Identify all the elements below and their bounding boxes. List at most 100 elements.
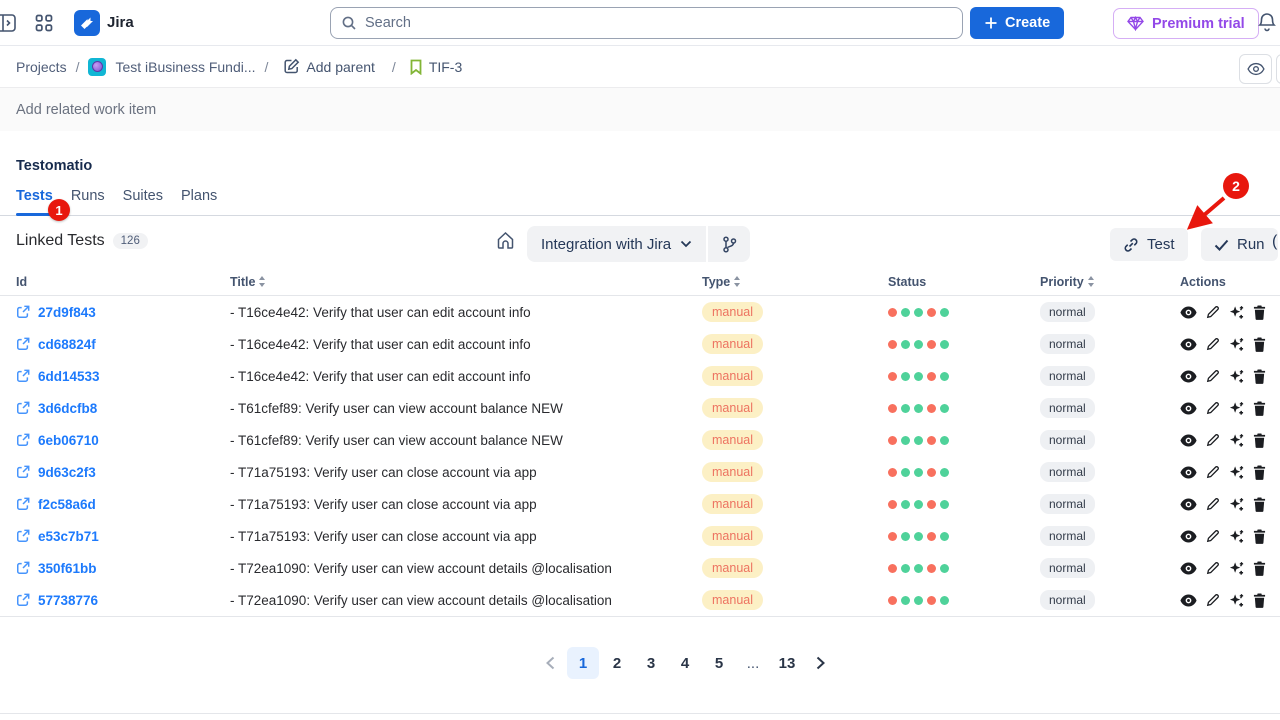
header-id[interactable]: Id	[16, 275, 230, 289]
row-actions	[1180, 305, 1280, 320]
pagination-page-3[interactable]: 3	[635, 647, 667, 679]
delete-action-icon[interactable]	[1253, 305, 1266, 320]
edit-action-icon[interactable]	[1206, 337, 1220, 351]
ai-sparkles-action-icon[interactable]	[1229, 369, 1244, 384]
premium-trial-button[interactable]: Premium trial	[1113, 8, 1259, 39]
pagination-page-5[interactable]: 5	[703, 647, 735, 679]
view-action-icon[interactable]	[1180, 434, 1197, 447]
delete-action-icon[interactable]	[1253, 497, 1266, 512]
delete-action-icon[interactable]	[1253, 561, 1266, 576]
branch-dropdown[interactable]: Integration with Jira	[527, 226, 706, 262]
breadcrumb-project-name[interactable]: Test iBusiness Fundi...	[115, 59, 255, 75]
edit-action-icon[interactable]	[1206, 529, 1220, 543]
sidebar-toggle-icon[interactable]	[0, 12, 17, 34]
view-action-icon[interactable]	[1180, 338, 1197, 351]
ai-sparkles-action-icon[interactable]	[1229, 305, 1244, 320]
breadcrumb-issue[interactable]: TIF-3	[409, 59, 462, 75]
search-input[interactable]	[365, 15, 952, 31]
tab-runs[interactable]: Runs	[71, 188, 105, 215]
jira-logo-icon[interactable]	[74, 10, 100, 36]
ai-sparkles-action-icon[interactable]	[1229, 465, 1244, 480]
test-id-link[interactable]: 27d9f843	[16, 305, 230, 320]
plus-icon	[984, 16, 998, 30]
ai-sparkles-action-icon[interactable]	[1229, 433, 1244, 448]
type-badge: manual	[702, 494, 763, 514]
table-row: 57738776 - T72ea1090: Verify user can vi…	[0, 584, 1280, 616]
test-id-link[interactable]: cd68824f	[16, 337, 230, 352]
delete-action-icon[interactable]	[1253, 369, 1266, 384]
pagination-page-13[interactable]: 13	[771, 647, 803, 679]
test-id-link[interactable]: 57738776	[16, 593, 230, 608]
external-link-icon	[16, 305, 30, 319]
header-title[interactable]: Title	[230, 275, 702, 289]
edit-action-icon[interactable]	[1206, 497, 1220, 511]
ai-sparkles-action-icon[interactable]	[1229, 561, 1244, 576]
delete-action-icon[interactable]	[1253, 401, 1266, 416]
table-row: 3d6dcfb8 - T61cfef89: Verify user can vi…	[0, 392, 1280, 424]
test-id-link[interactable]: 6dd14533	[16, 369, 230, 384]
pagination-page-1[interactable]: 1	[567, 647, 599, 679]
global-search[interactable]	[330, 7, 963, 39]
ai-sparkles-action-icon[interactable]	[1229, 497, 1244, 512]
watch-button[interactable]	[1239, 54, 1272, 84]
delete-action-icon[interactable]	[1253, 529, 1266, 544]
tab-plans[interactable]: Plans	[181, 188, 217, 215]
git-branch-button[interactable]	[708, 226, 750, 262]
notifications-bell-icon[interactable]	[1256, 11, 1278, 33]
edit-action-icon[interactable]	[1206, 593, 1220, 607]
type-cell: manual	[702, 334, 888, 354]
view-action-icon[interactable]	[1180, 530, 1197, 543]
top-navigation-bar: Jira Create Premium trial	[0, 0, 1280, 46]
header-status: Status	[888, 275, 1040, 289]
pagination: 12345...13	[45, 647, 1280, 679]
test-id-link[interactable]: e53c7b71	[16, 529, 230, 544]
pagination-page-4[interactable]: 4	[669, 647, 701, 679]
type-cell: manual	[702, 494, 888, 514]
test-id-link[interactable]: 9d63c2f3	[16, 465, 230, 480]
app-switcher-icon[interactable]	[34, 13, 54, 33]
ai-sparkles-action-icon[interactable]	[1229, 401, 1244, 416]
header-type[interactable]: Type	[702, 275, 888, 289]
breadcrumb-projects[interactable]: Projects	[16, 59, 67, 75]
add-parent-button[interactable]: Add parent	[283, 58, 375, 75]
test-id-link[interactable]: f2c58a6d	[16, 497, 230, 512]
ai-sparkles-action-icon[interactable]	[1229, 529, 1244, 544]
delete-action-icon[interactable]	[1253, 337, 1266, 352]
pagination-next[interactable]	[805, 647, 835, 679]
view-action-icon[interactable]	[1180, 594, 1197, 607]
view-action-icon[interactable]	[1180, 370, 1197, 383]
test-id-link[interactable]: 350f61bb	[16, 561, 230, 576]
delete-action-icon[interactable]	[1253, 433, 1266, 448]
pagination-page-2[interactable]: 2	[601, 647, 633, 679]
ai-sparkles-action-icon[interactable]	[1229, 593, 1244, 608]
view-action-icon[interactable]	[1180, 306, 1197, 319]
delete-action-icon[interactable]	[1253, 465, 1266, 480]
project-avatar[interactable]	[88, 58, 106, 76]
pagination-prev[interactable]	[535, 647, 565, 679]
edit-action-icon[interactable]	[1206, 401, 1220, 415]
tab-suites[interactable]: Suites	[123, 188, 163, 215]
priority-cell: normal	[1040, 526, 1180, 546]
view-action-icon[interactable]	[1180, 498, 1197, 511]
test-id-link[interactable]: 3d6dcfb8	[16, 401, 230, 416]
home-icon[interactable]	[496, 231, 515, 250]
ai-sparkles-action-icon[interactable]	[1229, 337, 1244, 352]
test-id-link[interactable]: 6eb06710	[16, 433, 230, 448]
view-action-icon[interactable]	[1180, 402, 1197, 415]
priority-badge: normal	[1040, 526, 1095, 546]
more-actions-button[interactable]	[1276, 54, 1280, 84]
create-button[interactable]: Create	[970, 7, 1064, 39]
edit-action-icon[interactable]	[1206, 465, 1220, 479]
header-priority[interactable]: Priority	[1040, 275, 1180, 289]
gem-icon	[1127, 16, 1144, 31]
edit-action-icon[interactable]	[1206, 305, 1220, 319]
delete-action-icon[interactable]	[1253, 593, 1266, 608]
view-action-icon[interactable]	[1180, 466, 1197, 479]
edit-action-icon[interactable]	[1206, 369, 1220, 383]
status-dot	[940, 436, 949, 445]
row-actions	[1180, 401, 1280, 416]
edit-action-icon[interactable]	[1206, 561, 1220, 575]
view-action-icon[interactable]	[1180, 562, 1197, 575]
edit-action-icon[interactable]	[1206, 433, 1220, 447]
add-related-work-item[interactable]: Add related work item	[0, 88, 1280, 131]
